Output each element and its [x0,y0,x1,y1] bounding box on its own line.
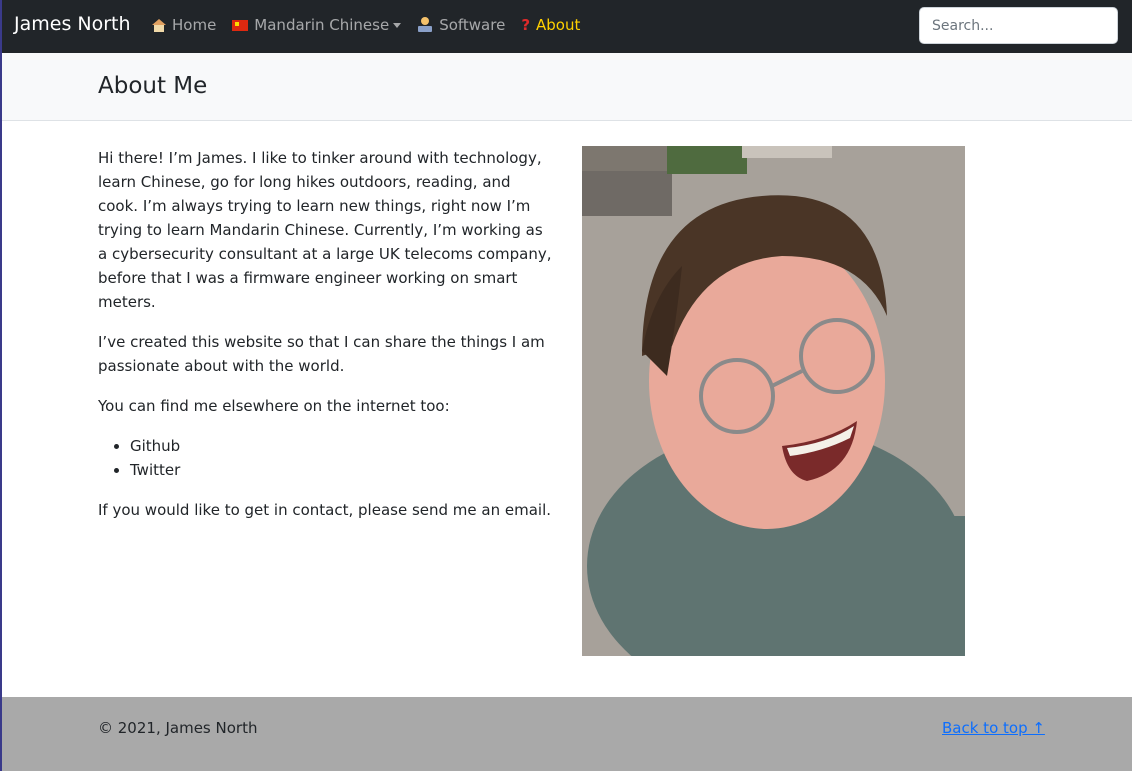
brand-link[interactable]: James North [14,13,131,35]
profile-photo [582,146,965,656]
about-intro-paragraph: Hi there! I’m James. I like to tinker ar… [98,149,552,311]
house-icon [152,18,166,32]
github-link[interactable]: Github [130,434,553,458]
nav-item-label: Home [172,16,217,34]
nav-item-label: Mandarin Chinese [254,16,390,34]
nav-item-about[interactable]: ? About [521,16,580,34]
nav-item-software[interactable]: Software [417,16,505,34]
copyright-text: © 2021, James North [98,719,258,737]
footer: © 2021, James North Back to top ↑ [2,697,1132,771]
about-content: Hi there! I’m James. I like to tinker ar… [98,146,553,538]
contact-paragraph: If you would like to get in contact, ple… [98,501,552,519]
china-flag-icon [232,19,249,31]
twitter-link[interactable]: Twitter [130,458,553,482]
page-title: About Me [98,73,208,99]
chevron-down-icon [393,22,402,28]
nav-item-label: Software [439,16,506,34]
nav-item-label: About [536,16,581,34]
technologist-icon [417,17,433,33]
social-links-list: Github Twitter [98,434,553,482]
search-input[interactable] [919,7,1118,44]
nav-item-home[interactable]: Home [152,16,216,34]
about-elsewhere-paragraph: You can find me elsewhere on the interne… [98,397,450,415]
about-website-paragraph: I’ve created this website so that I can … [98,333,545,375]
back-to-top-link[interactable]: Back to top ↑ [942,719,1045,737]
page-header: About Me [2,53,1132,121]
top-navbar: James North Home Mandarin Chinese Softwa… [2,0,1132,53]
main-nav: Home Mandarin Chinese Software ? About [152,16,596,34]
nav-item-mandarin-chinese-dropdown[interactable]: Mandarin Chinese [232,16,402,34]
question-mark-icon: ? [521,16,531,34]
